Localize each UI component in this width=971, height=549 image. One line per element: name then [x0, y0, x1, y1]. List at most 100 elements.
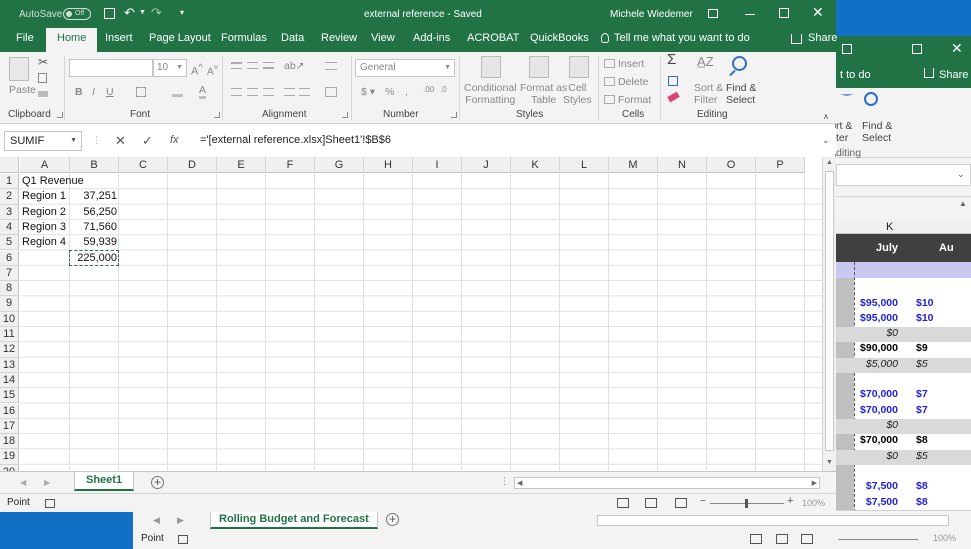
row-header-4[interactable]: 4	[0, 219, 19, 236]
user-name[interactable]: Michele Wiedemer	[610, 9, 693, 20]
dialog-launcher-icon[interactable]	[214, 112, 220, 118]
column-header-o[interactable]: O	[707, 157, 756, 173]
collapse-ribbon-icon[interactable]: ∧	[823, 112, 829, 121]
column-header-i[interactable]: I	[413, 157, 462, 173]
chevron-down-icon[interactable]: ⌄	[957, 169, 965, 180]
column-header-a[interactable]: A	[20, 157, 70, 173]
scroll-up-arrow-icon[interactable]: ▲	[959, 199, 967, 208]
cell-b5[interactable]: 59,939	[70, 235, 119, 250]
decrease-indent-icon[interactable]	[284, 88, 295, 96]
customize-qat-icon[interactable]: ▾	[180, 8, 184, 17]
bg-formula-bar[interactable]: ⌄	[836, 164, 971, 186]
row-header-2[interactable]: 2	[0, 189, 19, 205]
hscroll-track[interactable]	[597, 515, 949, 526]
enter-icon[interactable]: ✓	[142, 133, 153, 149]
column-header-d[interactable]: D	[168, 157, 217, 173]
fill-icon[interactable]	[668, 76, 678, 86]
column-header-l[interactable]: L	[560, 157, 609, 173]
bg-sort-filter-label[interactable]: rt & ter	[836, 120, 852, 144]
row-header-11[interactable]: 11	[0, 327, 19, 343]
align-bottom-icon[interactable]	[263, 62, 274, 69]
autosave-toggle[interactable]: Off	[63, 8, 91, 20]
orientation-icon[interactable]: ab↗	[284, 60, 304, 72]
tab-insert[interactable]: Insert	[105, 32, 133, 44]
scroll-right-icon[interactable]: ▶	[177, 515, 184, 526]
zoom-slider[interactable]	[838, 539, 918, 540]
cell-b3[interactable]: 56,250	[70, 205, 119, 220]
hscroll-track[interactable]: ◀ ▶	[514, 477, 820, 489]
wrap-text-icon[interactable]	[325, 62, 337, 70]
tab-acrobat[interactable]: ACROBAT	[467, 32, 519, 44]
row-header-18[interactable]: 18	[0, 434, 19, 450]
column-header-h[interactable]: H	[364, 157, 413, 173]
scroll-left-icon[interactable]: ◀	[153, 515, 160, 526]
maximize-icon[interactable]	[779, 8, 789, 18]
redo-icon[interactable]: ↷	[151, 5, 162, 21]
increase-decimal-icon[interactable]: .00	[423, 84, 434, 96]
cancel-icon[interactable]: ✕	[115, 133, 126, 149]
row-header-15[interactable]: 15	[0, 388, 19, 404]
restore-icon[interactable]	[842, 44, 852, 54]
bg-tell-me-partial[interactable]: t to do	[840, 69, 871, 81]
scroll-left-arrow-icon[interactable]: ◀	[517, 479, 522, 487]
row-header-14[interactable]: 14	[0, 372, 19, 389]
bg-value-v1[interactable]: $70,000	[836, 388, 898, 400]
format-cells-icon[interactable]	[604, 95, 615, 104]
decrease-decimal-icon[interactable]: .0	[440, 84, 447, 96]
undo-dropdown-icon[interactable]: ▼	[139, 9, 146, 16]
increase-indent-icon[interactable]	[299, 88, 310, 96]
share-button[interactable]: Share	[808, 32, 837, 44]
find-select-label[interactable]: Find & Select	[726, 82, 756, 106]
increase-font-icon[interactable]: A^	[191, 61, 203, 78]
bold-icon[interactable]: B	[75, 86, 83, 98]
bg-value-v2[interactable]: $10	[914, 297, 971, 309]
tab-file[interactable]: File	[16, 32, 34, 44]
insert-cells-icon[interactable]	[604, 59, 615, 68]
normal-view-icon[interactable]	[617, 498, 629, 508]
row-header-10[interactable]: 10	[0, 311, 19, 327]
bg-value-v2[interactable]: $5	[914, 450, 971, 462]
tell-me-search[interactable]: Tell me what you want to do	[614, 32, 750, 44]
cut-icon[interactable]: ✂	[38, 55, 48, 69]
vertical-scrollbar[interactable]: ▲ ▼	[822, 157, 836, 471]
dialog-launcher-icon[interactable]	[342, 112, 348, 118]
align-middle-icon[interactable]	[247, 62, 258, 69]
decrease-font-icon[interactable]: A˅	[207, 61, 219, 78]
italic-icon[interactable]: I	[92, 86, 95, 98]
column-header-j[interactable]: J	[462, 157, 511, 173]
column-header-e[interactable]: E	[217, 157, 266, 173]
scroll-right-arrow-icon[interactable]: ▶	[812, 479, 817, 487]
share-icon[interactable]	[924, 68, 934, 78]
bg-value-v2[interactable]: $8	[914, 434, 971, 446]
bg-value-v2[interactable]: $9	[914, 342, 971, 354]
row-header-12[interactable]: 12	[0, 342, 19, 358]
name-box[interactable]: SUMIF ▼	[4, 131, 82, 151]
format-cells-button[interactable]: Format	[618, 94, 651, 106]
cell-b4[interactable]: 71,560	[70, 220, 119, 235]
percent-icon[interactable]: %	[385, 86, 394, 98]
page-layout-icon[interactable]	[645, 498, 657, 508]
format-painter-icon[interactable]	[38, 91, 48, 97]
currency-icon[interactable]: $ ▾	[361, 86, 375, 98]
row-header-19[interactable]: 19	[0, 449, 19, 465]
page-break-icon[interactable]	[801, 534, 813, 544]
row-header-3[interactable]: 3	[0, 204, 19, 220]
bg-sheet-tab[interactable]: Rolling Budget and Forecast	[210, 512, 378, 529]
bg-value-v1[interactable]: $70,000	[836, 404, 898, 416]
tab-data[interactable]: Data	[281, 32, 304, 44]
tab-page-layout[interactable]: Page Layout	[149, 32, 211, 44]
scroll-down-arrow-icon[interactable]: ▼	[826, 459, 833, 466]
insert-function-icon[interactable]: fx	[170, 134, 179, 146]
bg-value-v2[interactable]: $8	[914, 480, 971, 492]
row-header-17[interactable]: 17	[0, 418, 19, 435]
bg-value-v1[interactable]: $7,500	[836, 496, 898, 508]
column-header-c[interactable]: C	[119, 157, 168, 173]
add-sheet-icon[interactable]: +	[151, 476, 164, 489]
format-as-table-icon[interactable]	[529, 56, 549, 78]
close-icon[interactable]: ✕	[951, 40, 963, 57]
conditional-formatting-label[interactable]: Conditional Formatting	[464, 82, 517, 106]
column-header-n[interactable]: N	[658, 157, 707, 173]
macro-record-icon[interactable]	[45, 499, 55, 508]
tab-home[interactable]: Home	[46, 28, 98, 52]
row-header-16[interactable]: 16	[0, 403, 19, 419]
